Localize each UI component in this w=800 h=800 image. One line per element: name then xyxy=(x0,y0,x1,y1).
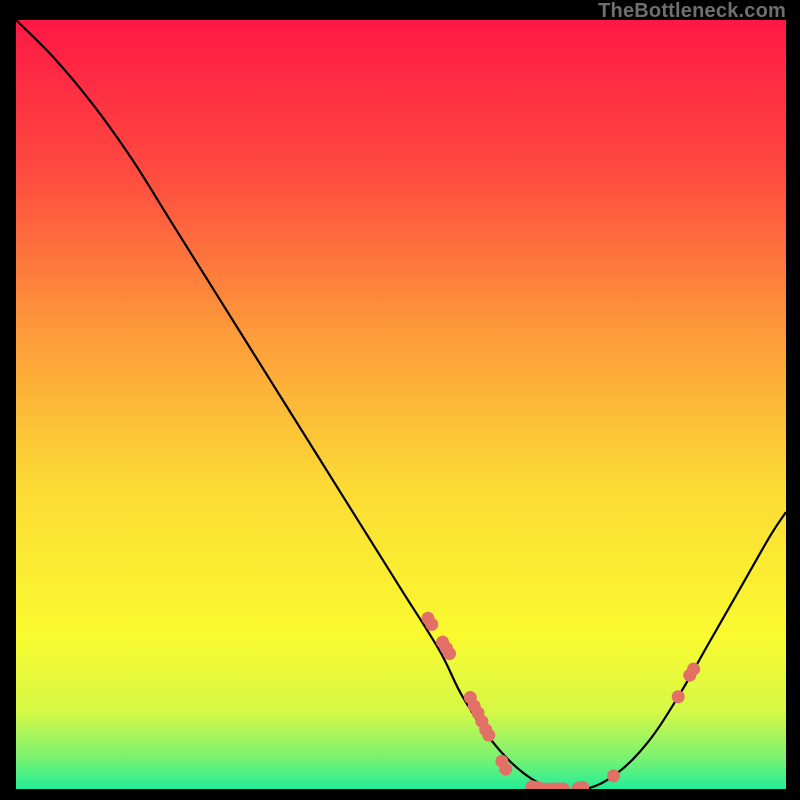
chart-svg xyxy=(16,20,786,789)
curve-marker xyxy=(672,690,685,703)
curve-marker xyxy=(443,647,456,660)
curve-marker xyxy=(482,729,495,742)
curve-marker xyxy=(607,769,620,782)
bottleneck-chart xyxy=(16,20,786,789)
gradient-background xyxy=(16,20,786,789)
curve-marker xyxy=(687,663,700,676)
curve-marker xyxy=(425,618,438,631)
curve-marker xyxy=(499,763,512,776)
watermark-text: TheBottleneck.com xyxy=(598,0,786,23)
chart-frame: TheBottleneck.com xyxy=(0,0,800,800)
